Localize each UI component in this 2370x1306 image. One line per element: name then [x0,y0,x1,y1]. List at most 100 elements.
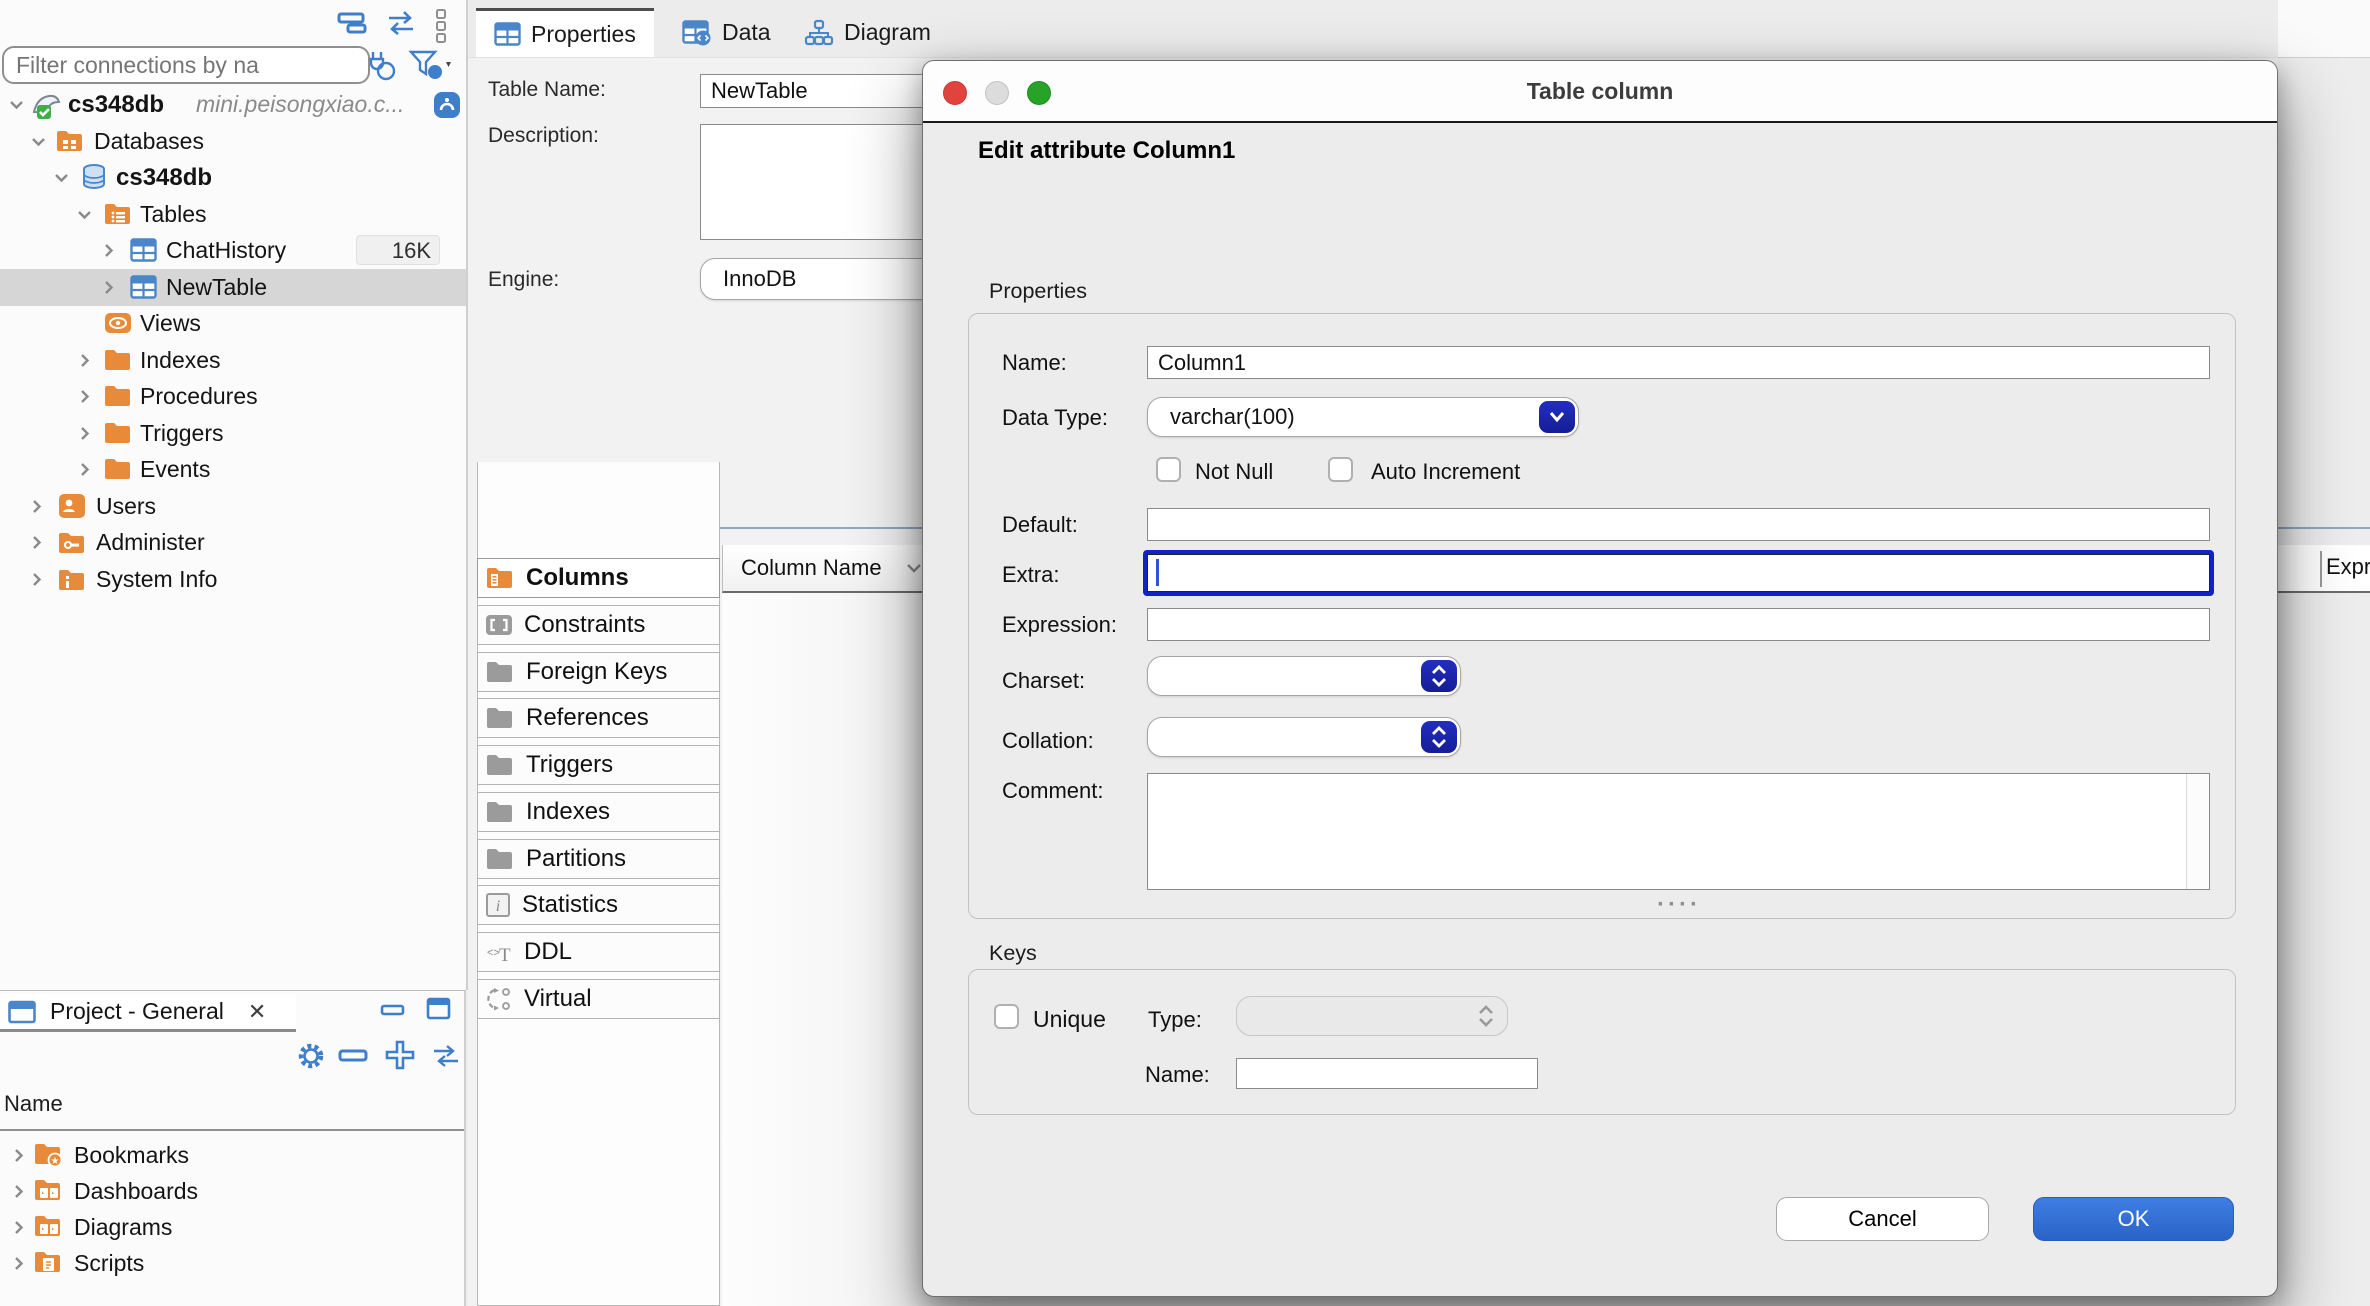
scrollbar-track[interactable] [2186,774,2209,889]
sidebar-item-tables[interactable]: Tables [0,196,466,233]
resize-handle-icon[interactable]: ···· [1639,891,1719,919]
sidebar-item-events[interactable]: Events [0,451,466,488]
section-partitions[interactable]: Partitions [477,839,720,879]
sync-icon[interactable] [430,1043,462,1069]
section-ddl[interactable]: <>T DDL [477,932,720,972]
section-triggers[interactable]: Triggers [477,745,720,785]
close-traffic-icon[interactable] [943,81,967,105]
comment-textarea[interactable] [1147,773,2210,890]
unique-label: Unique [1033,1006,1106,1033]
maximize-panel-icon[interactable] [426,997,452,1021]
grid-expression-header[interactable]: Expr [2278,545,2370,593]
more-options-icon[interactable] [434,8,448,38]
chevron-down-icon[interactable] [53,169,70,186]
sidebar-item-newtable[interactable]: NewTable [0,269,466,306]
chevron-down-icon[interactable] [905,561,923,575]
default-input[interactable] [1147,508,2210,541]
extra-input[interactable] [1143,550,2214,596]
dialog-titlebar[interactable]: Table column [923,61,2277,123]
description-textarea[interactable] [700,124,938,240]
section-constraints[interactable]: Constraints [477,605,720,645]
minimize-traffic-icon[interactable] [985,81,1009,105]
collation-select[interactable] [1147,717,1461,757]
administer-folder-icon [58,531,86,555]
charset-select[interactable] [1147,656,1461,696]
section-references[interactable]: References [477,698,720,738]
chevron-right-icon[interactable] [76,388,93,405]
chevron-right-icon[interactable] [76,461,93,478]
chevron-right-icon[interactable] [10,1219,27,1236]
engine-select[interactable]: InnoDB [700,258,938,300]
zoom-traffic-icon[interactable] [1027,81,1051,105]
table-name-input[interactable] [700,74,938,108]
gear-icon[interactable] [296,1041,326,1071]
sidebar-item-triggers[interactable]: Triggers [0,415,466,452]
collapse-all-icon[interactable] [336,8,372,38]
sidebar-item-indexes[interactable]: Indexes [0,342,466,379]
filter-funnel-icon[interactable] [408,48,454,82]
tab-data[interactable]: Data [664,8,789,57]
connect-plug-icon[interactable] [364,48,398,82]
tab-diagram[interactable]: Diagram [786,8,949,57]
cancel-button[interactable]: Cancel [1776,1197,1989,1241]
chevron-right-icon[interactable] [28,534,45,551]
close-icon[interactable]: ✕ [248,999,266,1025]
ok-button[interactable]: OK [2033,1197,2234,1241]
column-separator[interactable] [2320,551,2322,587]
sidebar-item-administer[interactable]: Administer [0,524,466,561]
chevron-right-icon[interactable] [100,279,117,296]
notification-icon[interactable] [434,92,460,118]
tab-properties[interactable]: Properties [476,8,654,57]
unique-checkbox[interactable] [994,1004,1019,1029]
sidebar-item-users[interactable]: Users [0,488,466,525]
sidebar-item-system-info[interactable]: System Info [0,561,466,598]
chevron-down-icon[interactable] [76,206,93,223]
chevron-right-icon[interactable] [10,1147,27,1164]
not-null-checkbox[interactable] [1156,457,1181,482]
sidebar-item-chathistory[interactable]: ChatHistory 16K [0,232,466,269]
collapse-all-icon[interactable] [338,1047,370,1065]
key-type-select[interactable] [1236,996,1508,1036]
tab-project-general[interactable]: Project - General ✕ [0,994,296,1032]
sidebar-item-views[interactable]: Views [0,305,466,342]
chevron-right-icon[interactable] [76,352,93,369]
project-panel: Project - General ✕ Name ★ Bookmarks [0,990,466,1306]
filter-connections-input[interactable] [2,46,370,84]
chevron-right-icon[interactable] [28,498,45,515]
chevron-right-icon[interactable] [76,425,93,442]
project-item-bookmarks[interactable]: ★ Bookmarks [0,1137,464,1173]
chevron-right-icon[interactable] [10,1183,27,1200]
column-name-input[interactable] [1147,346,2210,379]
section-columns[interactable]: Columns [477,558,720,598]
sidebar-item-procedures[interactable]: Procedures [0,378,466,415]
section-foreign-keys[interactable]: Foreign Keys [477,652,720,692]
project-item-diagrams[interactable]: Diagrams [0,1209,464,1245]
add-item-icon[interactable] [384,1039,416,1071]
grid-column-header[interactable]: Column Name [722,545,937,593]
sidebar-item-schema[interactable]: cs348db [0,159,466,196]
section-statistics[interactable]: i Statistics [477,885,720,925]
minimize-panel-icon[interactable] [380,1003,406,1017]
scripts-folder-icon [34,1250,64,1276]
columns-grid-body[interactable] [722,593,937,1306]
chevron-right-icon[interactable] [28,571,45,588]
sidebar-item-databases[interactable]: Databases [0,123,466,160]
section-virtual[interactable]: Virtual [477,979,720,1019]
auto-increment-checkbox[interactable] [1328,457,1353,482]
chevron-down-icon[interactable] [8,96,25,113]
chevron-down-icon[interactable] [1539,401,1575,433]
chevron-down-icon[interactable] [30,133,47,150]
chevron-right-icon[interactable] [10,1255,27,1272]
stepper-icon[interactable] [1421,721,1457,753]
data-type-select[interactable]: varchar(100) [1147,397,1579,437]
key-name-input[interactable] [1236,1058,1538,1089]
project-item-scripts[interactable]: Scripts [0,1245,464,1281]
project-item-dashboards[interactable]: Dashboards [0,1173,464,1209]
stepper-icon[interactable] [1421,660,1457,692]
chevron-right-icon[interactable] [100,242,117,259]
expression-input[interactable] [1147,608,2210,641]
sync-connections-icon[interactable] [384,8,420,38]
section-indexes[interactable]: Indexes [477,792,720,832]
stepper-icon[interactable] [1468,1000,1504,1032]
sidebar-item-connection[interactable]: cs348db mini.peisongxiao.c... [0,86,466,123]
